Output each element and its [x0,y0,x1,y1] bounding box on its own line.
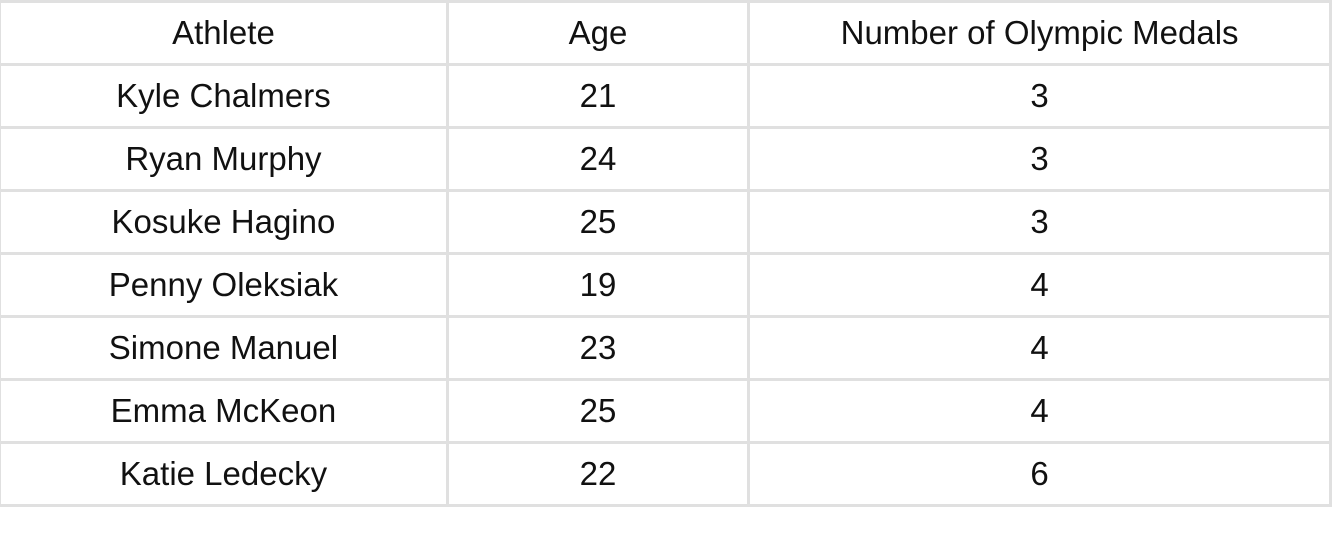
table-row: Kosuke Hagino 25 3 [0,189,1332,255]
cell-age[interactable]: 19 [445,252,751,318]
cell-age[interactable]: 25 [445,378,751,444]
table-row: Kyle Chalmers 21 3 [0,63,1332,129]
cell-medals[interactable]: 6 [747,441,1332,507]
header-medals[interactable]: Number of Olympic Medals [747,0,1332,66]
cell-athlete[interactable]: Penny Oleksiak [0,252,449,318]
cell-medals[interactable]: 4 [747,315,1332,381]
athlete-table: Athlete Age Number of Olympic Medals Kyl… [0,0,1332,507]
header-row: Athlete Age Number of Olympic Medals [0,0,1332,66]
table-row: Ryan Murphy 24 3 [0,126,1332,192]
cell-age[interactable]: 24 [445,126,751,192]
cell-athlete[interactable]: Kyle Chalmers [0,63,449,129]
cell-athlete[interactable]: Emma McKeon [0,378,449,444]
cell-age[interactable]: 21 [445,63,751,129]
header-age[interactable]: Age [445,0,751,66]
cell-medals[interactable]: 4 [747,378,1332,444]
cell-athlete[interactable]: Simone Manuel [0,315,449,381]
header-athlete[interactable]: Athlete [0,0,449,66]
cell-age[interactable]: 23 [445,315,751,381]
cell-medals[interactable]: 4 [747,252,1332,318]
cell-athlete[interactable]: Ryan Murphy [0,126,449,192]
cell-medals[interactable]: 3 [747,189,1332,255]
cell-athlete[interactable]: Katie Ledecky [0,441,449,507]
table-row: Katie Ledecky 22 6 [0,441,1332,507]
cell-age[interactable]: 22 [445,441,751,507]
cell-medals[interactable]: 3 [747,63,1332,129]
table-row: Penny Oleksiak 19 4 [0,252,1332,318]
table-row: Simone Manuel 23 4 [0,315,1332,381]
table-row: Emma McKeon 25 4 [0,378,1332,444]
cell-medals[interactable]: 3 [747,126,1332,192]
cell-athlete[interactable]: Kosuke Hagino [0,189,449,255]
cell-age[interactable]: 25 [445,189,751,255]
